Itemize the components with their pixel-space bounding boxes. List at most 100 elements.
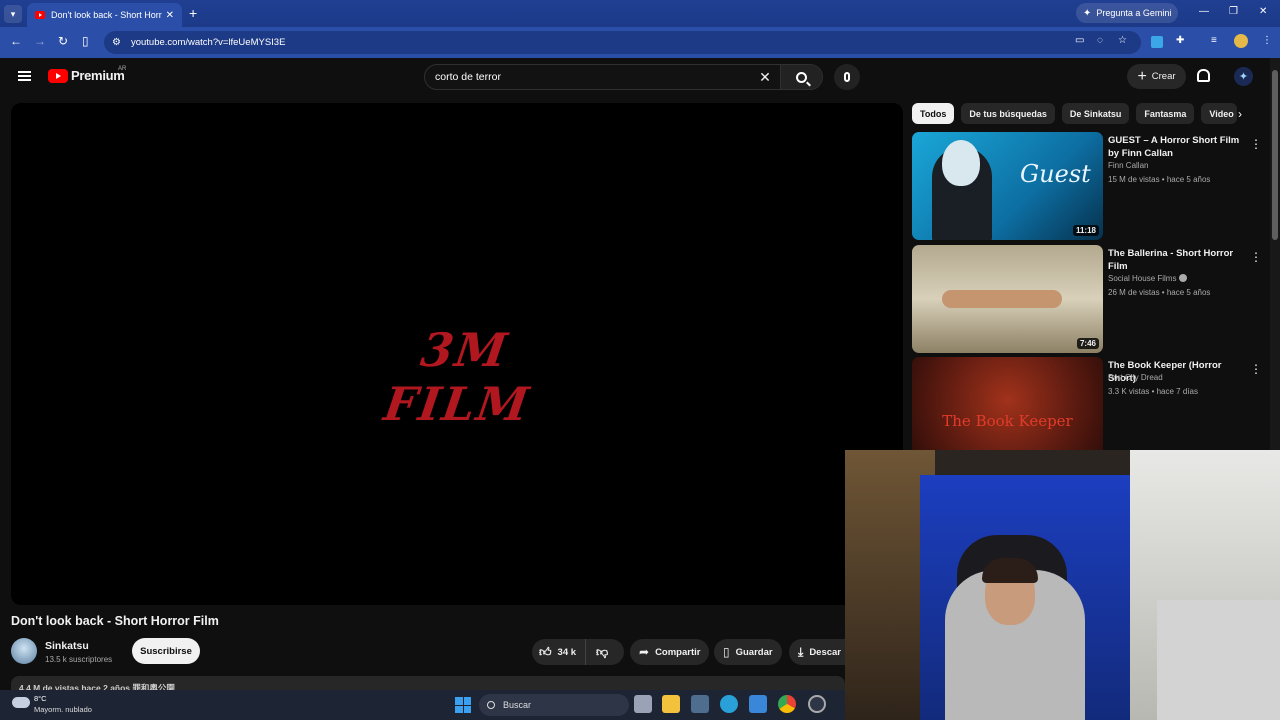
chip-searches[interactable]: De tus búsquedas [961,103,1055,124]
voice-search-button[interactable] [834,64,860,90]
recommendation-channel[interactable]: Port City Dread [1108,373,1163,382]
video-thumbnail[interactable]: 7:46 [912,245,1103,353]
share-arrow-icon: ➦ [639,645,650,659]
profile-avatar[interactable] [1234,34,1248,48]
create-button[interactable]: + Crear [1127,64,1186,89]
video-player[interactable]: 3M FILM [11,103,903,605]
url-text: youtube.com/watch?v=lfeUeMYSI3E [130,37,286,48]
chip-video[interactable]: Video [1201,103,1238,124]
task-view-icon[interactable] [634,695,652,713]
tracking-protection-icon[interactable]: ◌ [1097,35,1103,46]
gemini-label: Pregunta a Gemini [1096,8,1172,18]
windows-start-icon[interactable] [455,697,471,713]
recommendation-meta: 15 M de vistas • hace 5 años [1108,175,1211,184]
chip-fantasma[interactable]: Fantasma [1136,103,1195,124]
description-box[interactable]: 4.4 M de vistas hace 2 años 罪和奧公園 [11,676,845,690]
user-avatar[interactable]: ✦ [1234,67,1253,86]
recommendation-item[interactable]: 7:46 The Ballerina - Short Horror Film S… [912,245,1262,355]
file-explorer-icon[interactable] [662,695,680,713]
search-button[interactable] [780,65,822,89]
edge-browser-icon[interactable] [720,695,738,713]
verified-badge-icon [1179,274,1188,282]
video-thumbnail[interactable]: The Book Keeper [912,357,1103,450]
tab-close-icon[interactable]: ✕ [166,10,174,21]
subscribe-button[interactable]: Suscribirse [132,638,200,664]
video-duration: 7:46 [1076,338,1099,349]
bookmark-star-icon[interactable]: ☆ [1118,35,1127,46]
logo-country: AR [118,66,127,72]
more-options-icon[interactable]: ⋮ [1250,251,1262,263]
thumbs-up-icon: 👍︎ [539,644,552,659]
forward-arrow-icon[interactable]: → [34,34,46,48]
address-bar[interactable]: ⚙ youtube.com/watch?v=lfeUeMYSI3E [104,31,1141,54]
clear-search-icon[interactable]: ✕ [750,69,780,86]
chrome-browser-icon[interactable] [778,695,796,713]
browser-menu-icon[interactable]: ⋮ [1262,35,1272,46]
save-button[interactable]: ▯ Guardar [714,639,782,665]
reading-list-icon[interactable]: ≡ [1211,35,1217,46]
steam-icon[interactable] [808,695,826,713]
webcam-overlay [845,450,1280,720]
youtube-play-icon [48,68,68,83]
recommendation-title[interactable]: The Ballerina - Short Horror Film [1108,247,1244,273]
store-icon[interactable] [749,695,767,713]
more-options-icon[interactable]: ⋮ [1250,363,1262,375]
search-icon [796,71,807,83]
recommendation-channel[interactable]: Social House Films [1108,274,1188,283]
restore-button[interactable]: ❐ [1229,6,1238,17]
microphone-icon [844,72,850,82]
cloud-icon[interactable] [12,697,30,708]
sidepanel-icon[interactable]: ▯ [82,34,89,48]
active-tab[interactable]: Don't look back - Short Horror Film ✕ [27,3,182,27]
taskbar-search[interactable]: Buscar [479,694,629,716]
weather-temperature[interactable]: 8°C [34,694,47,703]
hamburger-menu-icon[interactable] [18,71,31,81]
tab-search-button[interactable]: ▾ [4,5,22,23]
notifications-bell-icon[interactable] [1197,69,1210,82]
close-window-button[interactable]: ✕ [1259,6,1267,17]
extensions-puzzle-icon[interactable]: ✚ [1176,35,1184,46]
like-button[interactable]: 👍︎ 34 k [532,639,587,665]
share-button[interactable]: ➦ Compartir [630,639,710,665]
chip-channel[interactable]: De Sinkatsu [1061,103,1130,124]
youtube-logo[interactable]: Premium AR [48,66,127,83]
site-info-icon[interactable]: ⚙ [112,37,121,48]
create-label: Crear [1151,71,1176,82]
recommendation-title[interactable]: GUEST – A Horror Short Film by Finn Call… [1108,134,1244,160]
recommendation-channel[interactable]: Finn Callan [1108,161,1148,170]
taskbar-search-label: Buscar [503,700,532,710]
video-thumbnail[interactable]: Guest 11:18 [912,132,1103,240]
download-icon: ⤓ [798,644,804,659]
chip-todos[interactable]: Todos [912,103,955,124]
dislike-button[interactable]: 👎︎ [586,645,618,660]
minimize-button[interactable]: — [1199,6,1209,17]
search-input[interactable]: corto de terror [425,71,750,83]
new-tab-button[interactable]: + [189,5,197,21]
recommendation-item[interactable]: Guest 11:18 GUEST – A Horror Short Film … [912,132,1262,242]
recommendation-item[interactable]: The Book Keeper The Book Keeper (Horror … [912,357,1262,450]
video-overlay-logo: 3M FILM [380,323,534,431]
channel-name[interactable]: Sinkatsu [45,640,89,652]
recommendation-meta: 3.3 K vistas • hace 7 días [1108,387,1198,396]
page-scrollbar[interactable] [1270,58,1280,450]
save-label: Guardar [735,646,773,658]
video-duration: 11:18 [1072,225,1099,236]
weather-description[interactable]: Mayorm. nublado [34,705,92,714]
search-box: corto de terror ✕ [424,64,823,90]
channel-avatar[interactable] [11,638,37,664]
chevron-right-icon[interactable]: › [1238,107,1242,121]
share-label: Compartir [655,646,701,658]
scrollbar-thumb[interactable] [1272,70,1278,240]
extension-icon[interactable] [1151,36,1163,48]
app-icon[interactable] [691,695,709,713]
more-options-icon[interactable]: ⋮ [1250,138,1262,150]
windows-taskbar: 8°C Mayorm. nublado Buscar [0,690,845,720]
filter-chips: Todos De tus búsquedas De Sinkatsu Fanta… [912,103,1238,124]
plus-icon: + [1137,67,1147,85]
back-arrow-icon[interactable]: ← [10,34,22,48]
reload-icon[interactable]: ↻ [58,34,68,48]
gemini-button[interactable]: ✦ Pregunta a Gemini [1076,3,1179,23]
cast-icon[interactable]: ▭ [1075,35,1084,46]
gemini-spark-icon: ✦ [1083,7,1092,19]
download-button[interactable]: ⤓ Descar [789,639,845,665]
